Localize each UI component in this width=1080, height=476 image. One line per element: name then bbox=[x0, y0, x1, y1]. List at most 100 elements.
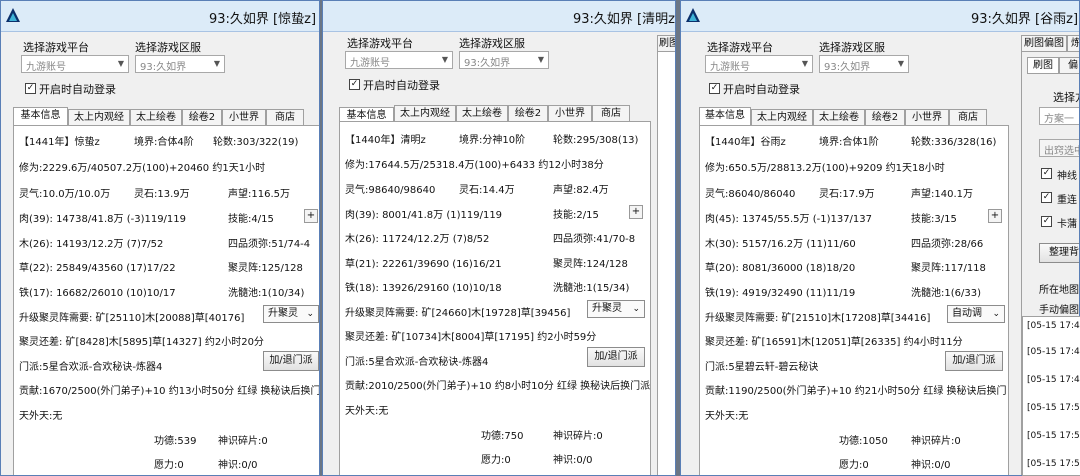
basic-info-panel bbox=[13, 125, 319, 475]
option-label-3: 卡蒲 bbox=[1057, 219, 1077, 230]
log-line: [05-15 17:5 bbox=[1027, 459, 1080, 469]
upgrade-select[interactable]: 升聚灵 ⌄ bbox=[263, 305, 319, 323]
shenshi-fragment: 神识碎片:0 bbox=[911, 436, 961, 447]
chevron-down-icon: ▼ bbox=[897, 59, 904, 68]
tab-basic-info[interactable]: 基本信息 bbox=[13, 107, 68, 126]
tab-huijuan2[interactable]: 绘卷2 bbox=[508, 105, 548, 122]
window-title: 93:久如界 [谷雨z] 转 bbox=[971, 12, 1079, 27]
gongde: 功德:539 bbox=[154, 436, 197, 447]
tab-taishang-huijuan[interactable]: 太上绘卷 bbox=[813, 109, 865, 126]
app-logo-icon bbox=[6, 8, 20, 22]
jineng: 技能:2/15 bbox=[553, 210, 599, 221]
realm: 境界:合体4阶 bbox=[134, 137, 194, 148]
server-select[interactable]: 93:久如界 ▼ bbox=[459, 51, 549, 69]
chevron-down-icon: ▼ bbox=[537, 55, 544, 64]
subtab-refresh[interactable]: 刷图 bbox=[1027, 57, 1059, 74]
tab-basic-info[interactable]: 基本信息 bbox=[699, 107, 751, 126]
log-line: [05-15 17:4 bbox=[1027, 375, 1080, 385]
tie: 铁(18): 13926/29160 (10)10/18 bbox=[345, 283, 502, 294]
platform-select[interactable]: 九游账号 ▼ bbox=[21, 55, 129, 73]
title-bar[interactable]: 93:久如界 [清明z] 转 bbox=[323, 1, 675, 32]
server-select[interactable]: 93:久如界 ▼ bbox=[819, 55, 909, 73]
tab-refine[interactable]: 炼 bbox=[1067, 35, 1079, 52]
sect: 门派:5星碧云轩-碧云秘诀 bbox=[705, 362, 819, 373]
tab-taishang-huijuan[interactable]: 太上绘卷 bbox=[130, 109, 182, 126]
cultivation: 修为:650.5万/28813.2万(100)+9209 约1天18小时 bbox=[705, 163, 945, 174]
upgrade-select[interactable]: 自动调 ⌄ bbox=[947, 305, 1005, 323]
juling: 聚灵阵:125/128 bbox=[228, 263, 303, 274]
tab-huijuan2[interactable]: 绘卷2 bbox=[865, 109, 905, 126]
realm: 境界:分神10阶 bbox=[459, 135, 526, 146]
tab-huijuan2[interactable]: 绘卷2 bbox=[182, 109, 222, 126]
organize-bag-button[interactable]: 整理背 bbox=[1039, 243, 1079, 263]
tab-small-world[interactable]: 小世界 bbox=[222, 109, 266, 126]
join-leave-sect-button[interactable]: 加/退门派 bbox=[587, 347, 645, 367]
autologin-checkbox[interactable]: ✓ bbox=[709, 83, 720, 94]
lingshi: 灵石:14.4万 bbox=[459, 185, 515, 196]
tab-taishang-neiguan[interactable]: 太上内观经 bbox=[68, 109, 130, 126]
upgrade-need: 升级聚灵阵需要: 矿[21510]木[17208]草[34416] bbox=[705, 313, 931, 324]
platform-select[interactable]: 九游账号 ▼ bbox=[705, 55, 813, 73]
server-select[interactable]: 93:久如界 ▼ bbox=[135, 55, 225, 73]
tab-shop[interactable]: 商店 bbox=[949, 109, 987, 126]
round: 轮数:303/322(19) bbox=[213, 137, 299, 148]
mu: 木(26): 11724/12.2万 (7)8/52 bbox=[345, 234, 490, 245]
shenshi-fragment: 神识碎片:0 bbox=[218, 436, 268, 447]
cao: 草(22): 25849/43560 (17)17/22 bbox=[19, 263, 176, 274]
add-skill-button[interactable]: + bbox=[304, 209, 318, 223]
upgrade-select[interactable]: 升聚灵 ⌄ bbox=[587, 300, 645, 318]
juling-still-need: 聚灵还差: 矿[16591]木[12051]草[26335] 约4小时11分 bbox=[705, 337, 963, 348]
mu: 木(26): 14193/12.2万 (7)7/52 bbox=[19, 239, 164, 250]
option-checkbox-2[interactable]: ✓ bbox=[1041, 192, 1052, 203]
join-leave-sect-button[interactable]: 加/退门派 bbox=[945, 351, 1003, 371]
cao: 草(20): 8081/36000 (18)18/20 bbox=[705, 263, 856, 274]
option-label-2: 重连 bbox=[1057, 195, 1077, 206]
log-line: [05-15 17:5 bbox=[1027, 403, 1080, 413]
chevron-down-icon: ▼ bbox=[117, 59, 124, 68]
scheme-input[interactable]: 方案一 bbox=[1039, 107, 1079, 125]
tab-small-world[interactable]: 小世界 bbox=[548, 105, 592, 122]
xisui: 洗髓池:1(15/34) bbox=[553, 283, 630, 294]
platform-label: 选择游戏平台 bbox=[347, 37, 413, 50]
title-bar[interactable]: 93:久如界 [谷雨z] 转 bbox=[681, 1, 1079, 32]
tab-taishang-neiguan[interactable]: 太上内观经 bbox=[751, 109, 813, 126]
option-checkbox-1[interactable]: ✓ bbox=[1041, 168, 1052, 179]
autologin-checkbox[interactable]: ✓ bbox=[25, 83, 36, 94]
window-title: 93:久如界 [惊蛰z] 转 bbox=[209, 12, 319, 27]
autologin-label: 开启时自动登录 bbox=[363, 79, 440, 92]
tab-side-refresh[interactable]: 刷图 bbox=[657, 35, 675, 52]
add-skill-button[interactable]: + bbox=[629, 205, 643, 219]
autologin-checkbox[interactable]: ✓ bbox=[349, 79, 360, 90]
manual-offset-label: 手动偏图 bbox=[1039, 305, 1079, 316]
tab-shop[interactable]: 商店 bbox=[592, 105, 630, 122]
rou: 肉(39): 14738/41.8万 (-3)119/119 bbox=[19, 214, 187, 225]
subtab-offset[interactable]: 偏 bbox=[1059, 57, 1079, 74]
round: 轮数:336/328(16) bbox=[911, 137, 997, 148]
server-label: 选择游戏区服 bbox=[135, 41, 201, 54]
shengwang: 声望:140.1万 bbox=[911, 189, 973, 200]
option-checkbox-3[interactable]: ✓ bbox=[1041, 216, 1052, 227]
title-bar[interactable]: 93:久如界 [惊蛰z] 转 bbox=[1, 1, 319, 32]
tab-taishang-neiguan[interactable]: 太上内观经 bbox=[394, 105, 456, 122]
lingqi: 灵气:98640/98640 bbox=[345, 185, 436, 196]
juling-still-need: 聚灵还差: 矿[10734]木[8004]草[17195] 约2小时59分 bbox=[345, 332, 597, 343]
client-window-3: 93:久如界 [谷雨z] 转 选择游戏平台 选择游戏区服 九游账号▼ 93:久如… bbox=[680, 0, 1080, 476]
lingshi: 灵石:17.9万 bbox=[819, 189, 875, 200]
add-skill-button[interactable]: + bbox=[988, 209, 1002, 223]
tab-small-world[interactable]: 小世界 bbox=[905, 109, 949, 126]
chuqiao-select[interactable]: 出窍选中 bbox=[1039, 139, 1079, 157]
contribution: 贡献:1670/2500(外门弟子)+10 约13小时50分 红绿 换秘诀后换门 bbox=[19, 386, 320, 397]
tab-shop[interactable]: 商店 bbox=[266, 109, 304, 126]
platform-label: 选择游戏平台 bbox=[707, 41, 773, 54]
option-label-1: 神线 bbox=[1057, 171, 1077, 182]
window-title: 93:久如界 [清明z] 转 bbox=[573, 12, 676, 27]
log-area[interactable]: [05-15 17:4 [05-15 17:4 [05-15 17:4 [05-… bbox=[1022, 316, 1080, 476]
tab-refresh-map[interactable]: 刷图偏图 bbox=[1021, 35, 1067, 52]
tianwaitian: 天外天:无 bbox=[705, 411, 749, 422]
contribution: 贡献:2010/2500(外门弟子)+10 约8小时10分 红绿 换秘诀后换门派 bbox=[345, 381, 651, 392]
tab-taishang-huijuan[interactable]: 太上绘卷 bbox=[456, 105, 508, 122]
tie: 铁(17): 16682/26010 (10)10/17 bbox=[19, 288, 176, 299]
lingqi: 灵气:86040/86040 bbox=[705, 189, 796, 200]
join-leave-sect-button[interactable]: 加/退门派 bbox=[263, 351, 319, 371]
platform-select[interactable]: 九游账号 ▼ bbox=[345, 51, 453, 69]
